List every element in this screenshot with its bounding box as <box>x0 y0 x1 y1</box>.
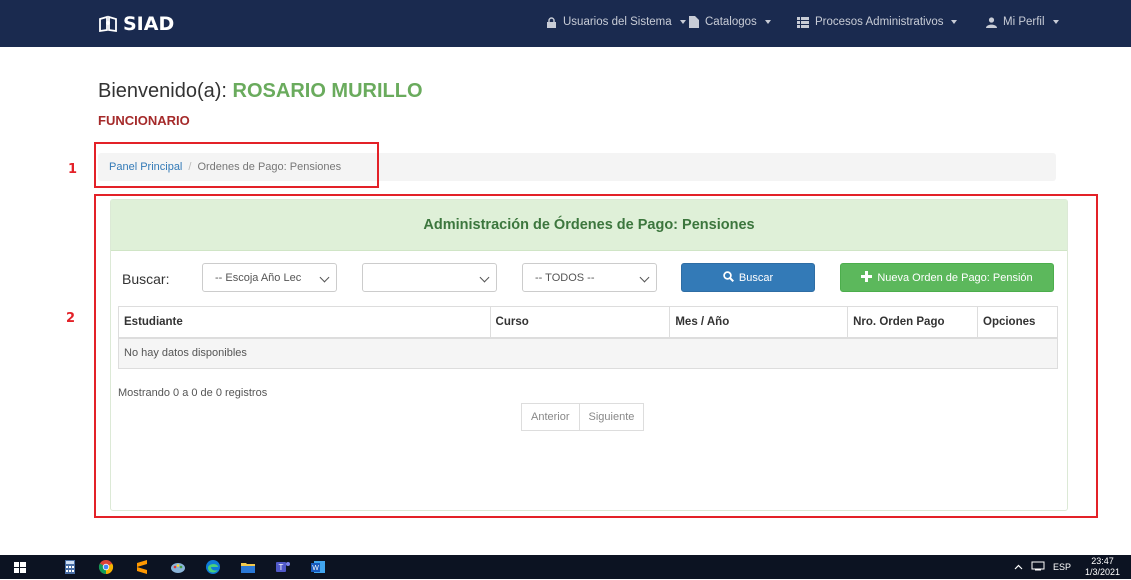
word-icon[interactable]: W <box>310 559 326 575</box>
welcome-heading: Bienvenido(a): ROSARIO MURILLO <box>98 80 423 103</box>
language-indicator[interactable]: ESP <box>1053 562 1071 572</box>
edge-icon[interactable] <box>205 559 221 575</box>
caret-down-icon <box>951 20 958 24</box>
user-role: FUNCIONARIO <box>98 113 190 128</box>
chrome-icon[interactable] <box>98 559 114 575</box>
clock-time: 23:47 <box>1091 556 1114 566</box>
nav-usuarios[interactable]: Usuarios del Sistema <box>546 16 686 28</box>
paint-icon[interactable] <box>170 559 186 575</box>
nav-procesos-label: Procesos Administrativos <box>815 16 944 28</box>
system-tray: ESP 23:47 1/3/2021 <box>1014 555 1131 579</box>
windows-taskbar: T W ESP 23:47 1/3/2021 <box>0 555 1131 579</box>
annotation-box-2 <box>94 194 1098 518</box>
clock[interactable]: 23:47 1/3/2021 <box>1085 556 1120 578</box>
caret-down-icon <box>679 20 686 24</box>
brand-text: SIAD <box>123 13 175 35</box>
clock-date: 1/3/2021 <box>1085 567 1121 577</box>
user-icon <box>986 16 997 28</box>
brand-logo[interactable]: SIAD <box>98 13 174 35</box>
svg-text:T: T <box>279 563 284 572</box>
sublime-text-icon[interactable] <box>134 559 150 575</box>
top-navbar: SIAD Usuarios del Sistema Catalogos Proc… <box>0 0 1131 47</box>
annotation-box-1 <box>94 142 379 188</box>
caret-down-icon <box>764 20 771 24</box>
annotation-number-1: 1 <box>68 162 78 177</box>
book-logo-icon <box>98 14 118 34</box>
nav-catalogos[interactable]: Catalogos <box>689 16 771 28</box>
network-icon[interactable] <box>1031 561 1045 573</box>
caret-down-icon <box>1052 20 1059 24</box>
windows-start-icon[interactable] <box>12 559 28 575</box>
list-icon <box>797 16 809 28</box>
lock-icon <box>546 16 557 28</box>
svg-text:W: W <box>312 565 319 572</box>
nav-procesos[interactable]: Procesos Administrativos <box>797 16 958 28</box>
welcome-prefix: Bienvenido(a): <box>98 80 227 102</box>
chevron-up-icon[interactable] <box>1014 562 1023 572</box>
user-name: ROSARIO MURILLO <box>232 80 423 102</box>
annotation-number-2: 2 <box>66 311 76 326</box>
calculator-icon[interactable] <box>62 559 78 575</box>
teams-icon[interactable]: T <box>275 559 291 575</box>
file-icon <box>689 16 699 28</box>
nav-catalogos-label: Catalogos <box>705 16 757 28</box>
nav-usuarios-label: Usuarios del Sistema <box>563 16 672 28</box>
file-explorer-icon[interactable] <box>240 559 256 575</box>
nav-perfil-label: Mi Perfil <box>1003 16 1045 28</box>
nav-perfil[interactable]: Mi Perfil <box>986 16 1059 28</box>
